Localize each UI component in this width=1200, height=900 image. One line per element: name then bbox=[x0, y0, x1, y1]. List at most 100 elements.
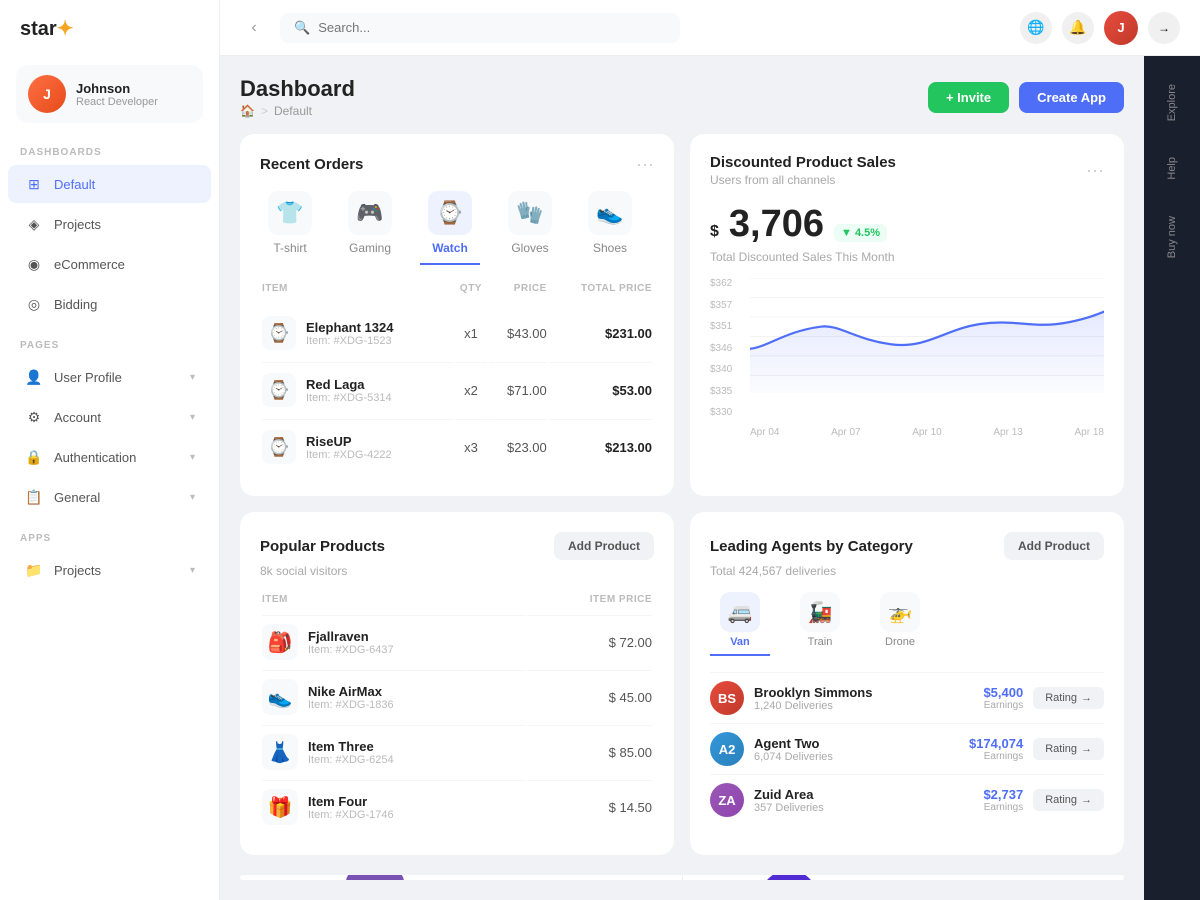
agent-info: Brooklyn Simmons 1,240 Deliveries bbox=[754, 685, 933, 712]
agent-avatar: ZA bbox=[710, 783, 744, 817]
agent-info: Zuid Area 357 Deliveries bbox=[754, 787, 933, 814]
product-name: Fjallraven bbox=[308, 629, 394, 644]
popular-products-subtitle: 8k social visitors bbox=[260, 564, 654, 578]
sales-chart: $362 $357 $351 $346 $340 $335 $330 bbox=[710, 278, 1104, 438]
chevron-down-icon: ▾ bbox=[190, 452, 195, 463]
topbar: ‹ 🔍 🌐 🔔 J → bbox=[220, 0, 1200, 56]
sidebar-item-user-profile[interactable]: 👤 User Profile ▾ bbox=[8, 358, 211, 396]
sales-header: Discounted Product Sales Users from all … bbox=[710, 154, 1104, 187]
product-info: Item Four Item: #XDG-1746 bbox=[308, 794, 394, 821]
tshirt-icon: 👕 bbox=[268, 191, 312, 235]
agent-row: ZA Zuid Area 357 Deliveries $2,737 Earni… bbox=[710, 774, 1104, 825]
sidebar-item-general[interactable]: 📋 General ▾ bbox=[8, 478, 211, 516]
product-info: Nike AirMax Item: #XDG-1836 bbox=[308, 684, 394, 711]
chevron-down-icon: ▾ bbox=[190, 372, 195, 383]
recent-orders-title: Recent Orders bbox=[260, 156, 363, 173]
van-label: Van bbox=[730, 636, 750, 648]
sidebar-item-ecommerce[interactable]: ◉ eCommerce bbox=[8, 245, 211, 283]
card-menu-icon[interactable]: ··· bbox=[636, 154, 654, 175]
bottom-grid: Popular Products Add Product 8k social v… bbox=[240, 512, 1124, 855]
help-button[interactable]: Help bbox=[1162, 149, 1182, 188]
page-title-area: Dashboard 🏠 > Default bbox=[240, 76, 355, 118]
item-cell: ⌚ Elephant 1324 Item: #XDG-1523 bbox=[262, 316, 453, 350]
invite-button[interactable]: + Invite bbox=[928, 82, 1009, 113]
train-icon: 🚂 bbox=[800, 592, 840, 632]
tab-gloves[interactable]: 🧤 Gloves bbox=[500, 191, 560, 265]
create-app-button[interactable]: Create App bbox=[1019, 82, 1124, 113]
item-name: Elephant 1324 bbox=[306, 320, 393, 335]
breadcrumb: 🏠 > Default bbox=[240, 104, 355, 118]
y-label: $340 bbox=[710, 364, 732, 375]
currency-symbol: $ bbox=[710, 223, 719, 241]
agents-header: Leading Agents by Category Add Product bbox=[710, 532, 1104, 560]
arrow-icon[interactable]: → bbox=[1148, 12, 1180, 44]
rating-button[interactable]: Rating → bbox=[1033, 687, 1104, 709]
sidebar-item-bidding[interactable]: ◎ Bidding bbox=[8, 285, 211, 323]
product-cell: 🎁 Item Four Item: #XDG-1746 bbox=[262, 789, 525, 825]
sidebar-item-projects[interactable]: ◈ Projects bbox=[8, 205, 211, 243]
tab-watch-label: Watch bbox=[432, 241, 468, 255]
x-label: Apr 18 bbox=[1075, 427, 1104, 438]
product-icon: 🎁 bbox=[262, 789, 298, 825]
agent-earnings-area: $2,737 Earnings bbox=[943, 787, 1023, 813]
agent-avatar: BS bbox=[710, 681, 744, 715]
product-price: $ 45.00 bbox=[527, 670, 652, 723]
product-icon: 👟 bbox=[262, 679, 298, 715]
sidebar-item-app-projects[interactable]: 📁 Projects ▾ bbox=[8, 551, 211, 589]
user-card[interactable]: J Johnson React Developer bbox=[16, 65, 203, 123]
sales-menu-icon[interactable]: ··· bbox=[1086, 160, 1104, 181]
y-label: $357 bbox=[710, 300, 732, 311]
sidebar-item-account[interactable]: ⚙ Account ▾ bbox=[8, 398, 211, 436]
add-product-button[interactable]: Add Product bbox=[554, 532, 654, 560]
col-qty: QTY bbox=[455, 283, 487, 304]
globe-icon[interactable]: 🌐 bbox=[1020, 12, 1052, 44]
agent-row: A2 Agent Two 6,074 Deliveries $174,074 E… bbox=[710, 723, 1104, 774]
ecommerce-icon: ◉ bbox=[24, 254, 44, 274]
table-row: ⌚ Red Laga Item: #XDG-5314 x2 $71.00 bbox=[262, 362, 652, 417]
drone-label: Drone bbox=[885, 636, 915, 648]
folder-icon: 📁 bbox=[24, 560, 44, 580]
search-input[interactable] bbox=[318, 20, 666, 35]
user-info: Johnson React Developer bbox=[76, 81, 158, 108]
main-scroll: Dashboard 🏠 > Default + Invite Create Ap… bbox=[220, 56, 1144, 900]
sidebar-item-user-profile-label: User Profile bbox=[54, 370, 180, 385]
rating-button[interactable]: Rating → bbox=[1033, 789, 1104, 811]
tab-gaming[interactable]: 🎮 Gaming bbox=[340, 191, 400, 265]
col-price: PRICE bbox=[489, 283, 547, 304]
agent-tab-van[interactable]: 🚐 Van bbox=[710, 592, 770, 656]
total-value: $231.00 bbox=[549, 306, 652, 360]
topbar-avatar[interactable]: J bbox=[1104, 11, 1138, 45]
sidebar-item-default[interactable]: ⊞ Default bbox=[8, 165, 211, 203]
item-id: Item: #XDG-5314 bbox=[306, 392, 392, 404]
agent-tab-train[interactable]: 🚂 Train bbox=[790, 592, 850, 656]
search-bar: 🔍 bbox=[280, 13, 680, 43]
sales-subtitle: Users from all channels bbox=[710, 173, 896, 187]
agent-tab-drone[interactable]: 🚁 Drone bbox=[870, 592, 930, 656]
home-icon: 🏠 bbox=[240, 104, 255, 118]
sidebar-item-ecommerce-label: eCommerce bbox=[54, 257, 195, 272]
user-role: React Developer bbox=[76, 96, 158, 108]
bell-icon[interactable]: 🔔 bbox=[1062, 12, 1094, 44]
agents-add-product-button[interactable]: Add Product bbox=[1004, 532, 1104, 560]
bootstrap-promo: B Bootstrap 5 bbox=[240, 875, 683, 880]
list-item: 👟 Nike AirMax Item: #XDG-1836 $ 45.00 bbox=[262, 670, 652, 723]
header-actions: + Invite Create App bbox=[928, 82, 1124, 113]
buy-now-button[interactable]: Buy now bbox=[1162, 208, 1182, 266]
logo-text: star✦ bbox=[20, 16, 73, 41]
orders-table: ITEM QTY PRICE TOTAL PRICE ⌚ bbox=[260, 281, 654, 476]
collapse-button[interactable]: ‹ bbox=[240, 14, 268, 42]
tab-shoes-label: Shoes bbox=[593, 241, 627, 255]
gloves-icon: 🧤 bbox=[508, 191, 552, 235]
sidebar-item-authentication[interactable]: 🔒 Authentication ▾ bbox=[8, 438, 211, 476]
tab-tshirt[interactable]: 👕 T-shirt bbox=[260, 191, 320, 265]
tab-shoes[interactable]: 👟 Shoes bbox=[580, 191, 640, 265]
recent-orders-header: Recent Orders ··· bbox=[260, 154, 654, 175]
general-icon: 📋 bbox=[24, 487, 44, 507]
tab-watch[interactable]: ⌚ Watch bbox=[420, 191, 480, 265]
explore-button[interactable]: Explore bbox=[1162, 76, 1182, 129]
search-icon: 🔍 bbox=[294, 20, 310, 36]
rating-button[interactable]: Rating → bbox=[1033, 738, 1104, 760]
list-item: 👗 Item Three Item: #XDG-6254 $ 85.00 bbox=[262, 725, 652, 778]
page-title: Dashboard bbox=[240, 76, 355, 102]
popular-title-area: Popular Products bbox=[260, 538, 385, 555]
